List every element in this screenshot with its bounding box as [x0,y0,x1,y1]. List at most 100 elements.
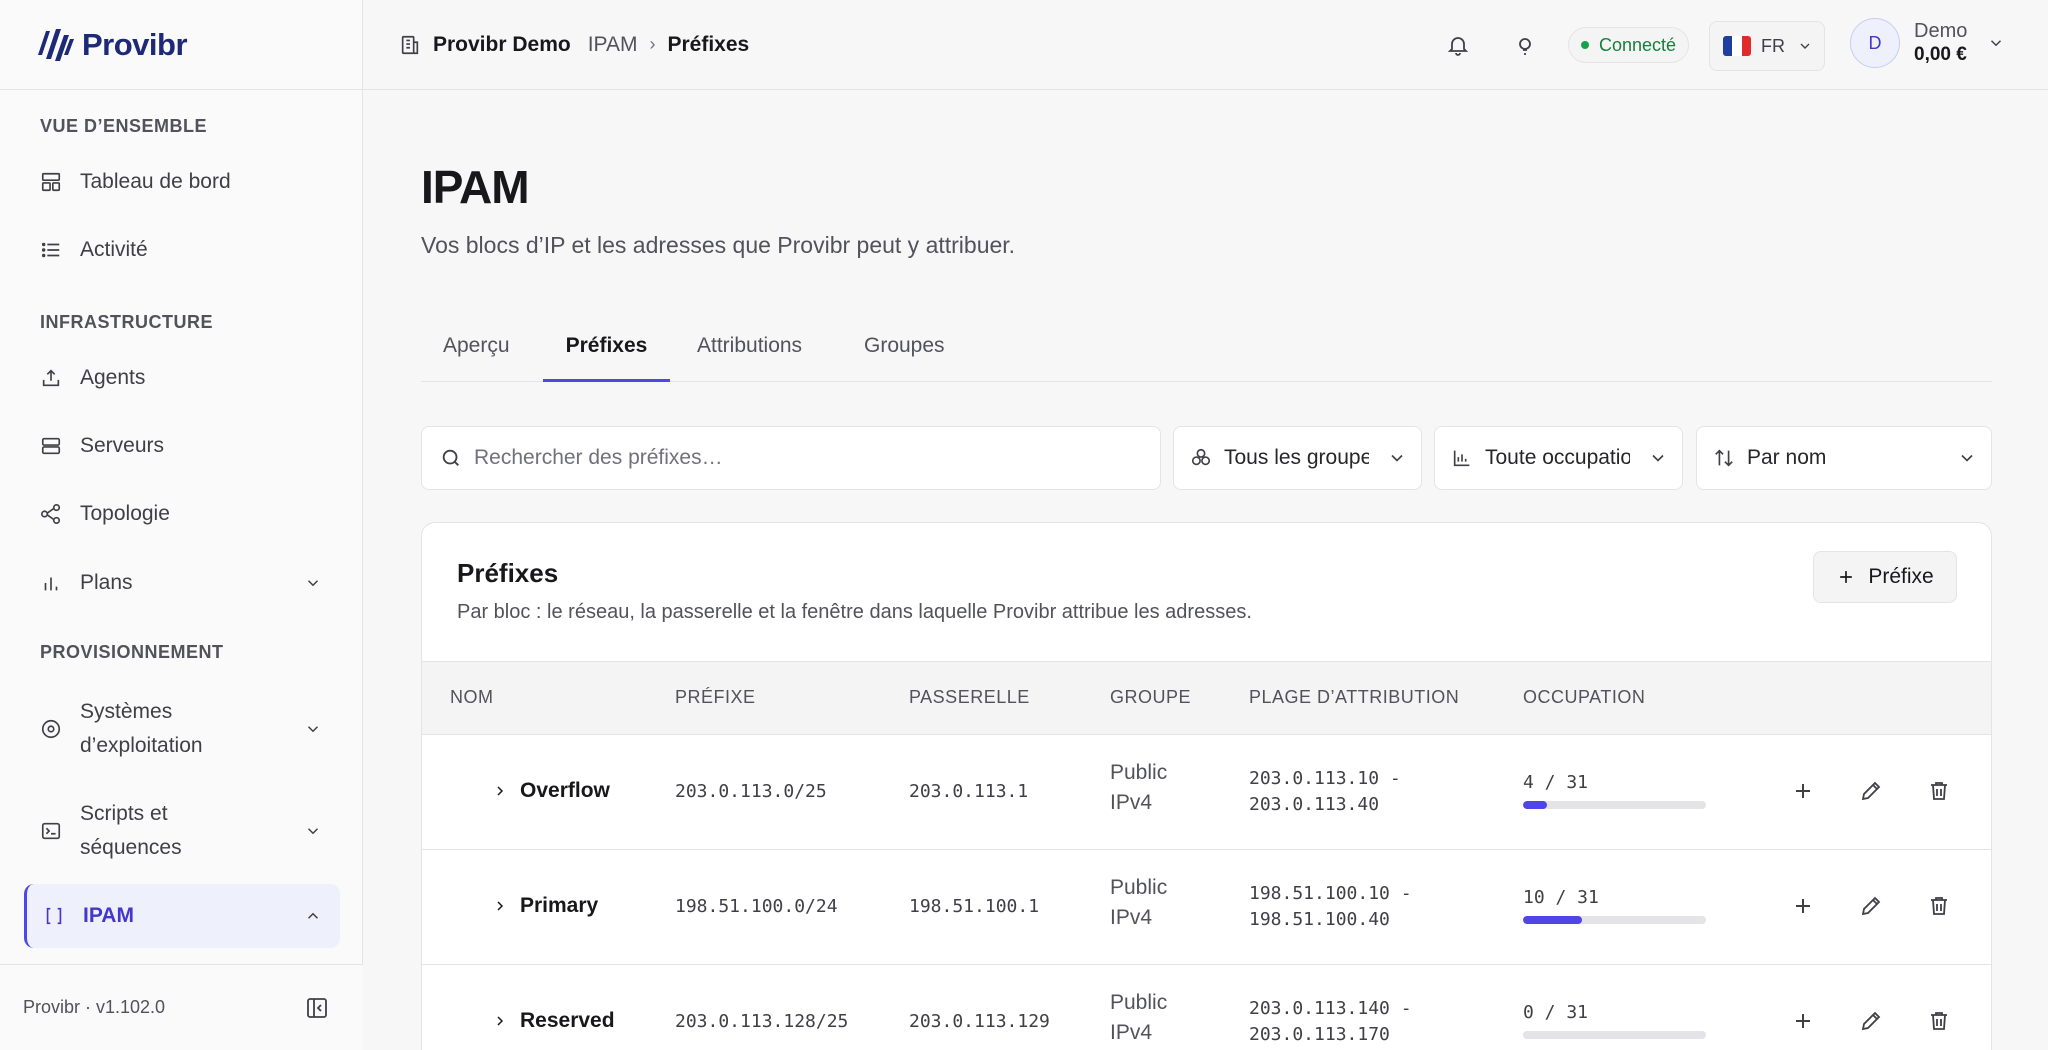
avatar: D [1850,18,1900,68]
sidebar-item-label: Activité [80,238,148,261]
page-subtitle: Vos blocs d’IP et les adresses que Provi… [421,232,1016,258]
plus-icon[interactable] [1791,779,1815,803]
group-line-2: IPv4 [1110,791,1153,814]
allocation-range: 203.0.113.10 - 203.0.113.40 [1249,766,1401,818]
occupancy-filter-value: Toute occupation [1485,446,1630,469]
bar-chart-icon [1453,450,1470,467]
add-prefix-label: Préfixe [1868,565,1934,588]
sidebar-item-operating-systems[interactable]: Systèmes d’exploitation [24,694,340,764]
column-header[interactable]: PRÉFIXE [675,687,756,708]
group-filter-value: Tous les groupes [1224,446,1369,469]
brand-name: Provibr [82,26,188,62]
connection-status-badge: Connecté [1568,27,1690,63]
section-title-overview: VUE D’ENSEMBLE [40,116,208,136]
tab-prefixes[interactable]: Préfixes [543,322,670,382]
user-menu[interactable]: D Demo 0,00 € [1850,18,2005,68]
sidebar-item-label: Scripts et séquences [80,797,182,865]
prefix-name[interactable]: Primary [492,894,598,918]
group-line-1: Public [1110,761,1168,784]
allocation-range: 203.0.113.140 - 203.0.113.170 [1249,996,1412,1048]
bell-icon[interactable] [1446,33,1470,57]
user-info: Demo 0,00 € [1914,19,1967,67]
table-row[interactable]: Overflow 203.0.113.0/25 203.0.113.1 Publ… [422,735,1991,850]
share-nodes-icon [41,504,61,524]
card-title: Préfixes [457,558,559,588]
group: Public IPv4 [1110,873,1167,933]
pencil-icon[interactable] [1859,894,1883,918]
range-start: 198.51.100.10 - [1249,883,1412,904]
sidebar-item-plans[interactable]: Plans [24,563,340,603]
pencil-icon[interactable] [1859,779,1883,803]
column-header[interactable]: OCCUPATION [1523,687,1645,708]
table-header: NOM PRÉFIXE PASSERELLE GROUPE PLAGE D’AT… [422,661,1991,735]
group-filter-select[interactable]: Tous les groupes [1173,426,1422,490]
sort-select[interactable]: Par nom [1696,426,1992,490]
sort-arrows-icon [1715,449,1733,467]
label-line-1: Scripts et [80,802,168,825]
sidebar-item-scripts[interactable]: Scripts et séquences [24,796,340,866]
trash-icon[interactable] [1927,1009,1951,1033]
label-line-2: séquences [80,836,182,859]
chevron-right-icon[interactable] [492,1013,508,1029]
sidebar-item-servers[interactable]: Serveurs [24,426,340,466]
prefix-name-text: Overflow [520,779,610,802]
plus-icon[interactable] [1791,1009,1815,1033]
chevron-right-icon[interactable] [492,783,508,799]
provibr-logo-icon [38,28,74,61]
pencil-icon[interactable] [1859,1009,1883,1033]
breadcrumb-ipam[interactable]: IPAM [588,33,638,57]
prefix-name[interactable]: Reserved [492,1009,615,1033]
add-prefix-button[interactable]: Préfixe [1813,551,1957,603]
gateway: 203.0.113.1 [909,781,1029,802]
group: Public IPv4 [1110,988,1167,1048]
search-input[interactable]: Rechercher des préfixes… [421,426,1161,490]
label-line-2: d’exploitation [80,734,203,757]
sidebar-item-dashboard[interactable]: Tableau de bord [24,162,340,202]
sidebar-footer: Provibr · v1.102.0 [0,964,363,1050]
sidebar-item-ipam[interactable]: IPAM [24,884,340,948]
column-header[interactable]: NOM [450,687,494,708]
org-name[interactable]: Provibr Demo [433,33,571,57]
sidebar-item-activity[interactable]: Activité [24,230,340,270]
breadcrumb-current: Préfixes [667,32,750,56]
occupancy: 0 / 31 [1523,1002,1706,1039]
tab-attributions[interactable]: Attributions [697,322,802,382]
column-header[interactable]: GROUPE [1110,687,1191,708]
group: Public IPv4 [1110,758,1167,818]
trash-icon[interactable] [1927,779,1951,803]
section-title-infrastructure: INFRASTRUCTURE [40,312,213,332]
occupancy: 4 / 31 [1523,772,1706,809]
sidebar-item-label: Agents [80,366,146,389]
dashboard-icon [41,172,61,192]
trash-icon[interactable] [1927,894,1951,918]
table-row[interactable]: Primary 198.51.100.0/24 198.51.100.1 Pub… [422,850,1991,965]
user-balance: 0,00 € [1914,44,1967,65]
chevron-right-icon[interactable] [492,898,508,914]
cubes-icon [1191,448,1211,466]
app-version: Provibr · v1.102.0 [23,997,166,1017]
chevron-up-icon [307,912,319,919]
lightbulb-icon[interactable] [1513,35,1537,59]
column-header[interactable]: PLAGE D’ATTRIBUTION [1249,687,1459,708]
sidebar-item-topology[interactable]: Topologie [24,494,340,534]
range-start: 203.0.113.10 - [1249,768,1401,789]
chevron-down-icon [1800,43,1810,49]
prefix-cidr: 203.0.113.0/25 [675,781,827,802]
france-flag-icon [1723,36,1751,56]
collapse-sidebar-icon[interactable] [305,996,329,1020]
prefix-name[interactable]: Overflow [492,779,610,803]
plus-icon[interactable] [1791,894,1815,918]
range-end: 203.0.113.170 [1249,1024,1390,1045]
sidebar-item-agents[interactable]: Agents [24,358,340,398]
building-icon [401,35,419,54]
tab-groups[interactable]: Groupes [864,322,945,382]
plus-icon [1840,571,1853,583]
occupancy-filter-select[interactable]: Toute occupation [1434,426,1683,490]
brand-logo[interactable]: Provibr [0,0,362,90]
sidebar-item-label: Plans [80,571,133,594]
table-row[interactable]: Reserved 203.0.113.128/25 203.0.113.129 … [422,965,1991,1050]
language-selector[interactable]: FR [1709,21,1825,71]
column-header[interactable]: PASSERELLE [909,687,1030,708]
tab-overview[interactable]: Aperçu [443,322,510,382]
range-end: 198.51.100.40 [1249,909,1390,930]
